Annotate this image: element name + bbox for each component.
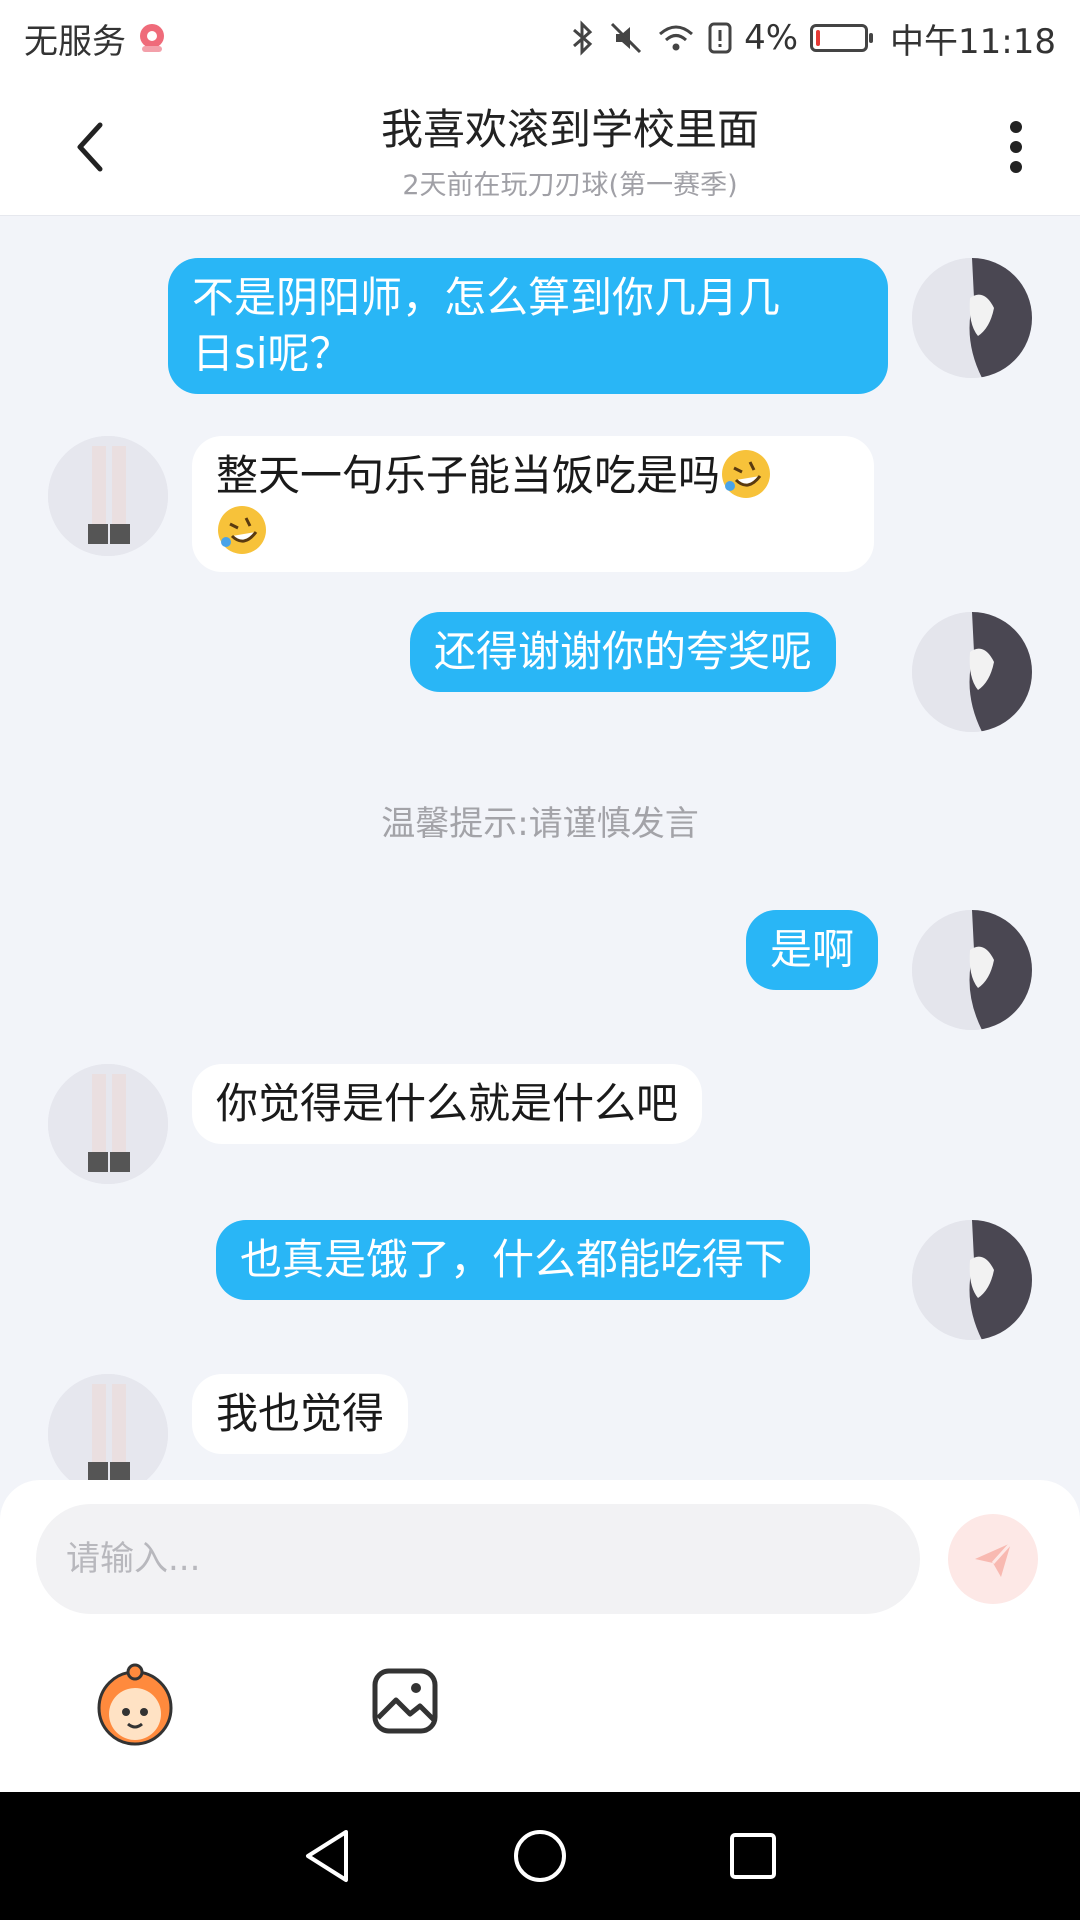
- message-text: 整天一句乐子能当饭吃是吗: [216, 451, 721, 500]
- alert-icon: [708, 22, 732, 54]
- bluetooth-icon: [573, 20, 593, 56]
- my-avatar[interactable]: [912, 910, 1032, 1030]
- image-icon: [372, 1668, 438, 1734]
- send-icon: [975, 1541, 1013, 1577]
- my-avatar[interactable]: [912, 258, 1032, 378]
- chat-header: 我喜欢滚到学校里面 2天前在玩刀刃球(第一赛季): [0, 76, 1080, 216]
- contact-avatar[interactable]: [48, 1374, 168, 1480]
- battery-percent: 4%: [744, 18, 799, 58]
- image-button[interactable]: [370, 1666, 440, 1736]
- app-notification-icon: [140, 24, 164, 52]
- wifi-icon: [659, 25, 694, 51]
- chat-subtitle: 2天前在玩刀刃球(第一赛季): [402, 170, 738, 201]
- my-avatar[interactable]: [912, 1220, 1032, 1340]
- message-text: 不是阴阳师，怎么算到你几月几: [192, 273, 781, 322]
- mute-icon: [611, 22, 642, 54]
- message-bubble-sent[interactable]: 还得谢谢你的夸奖呢: [410, 612, 837, 692]
- message-text: 也真是饿了，什么都能吃得下: [240, 1235, 787, 1284]
- message-text: 我也觉得: [216, 1389, 385, 1438]
- battery-icon: [810, 24, 874, 52]
- message-bubble-received[interactable]: 整天一句乐子能当饭吃是吗: [192, 436, 874, 572]
- send-button[interactable]: [948, 1514, 1038, 1604]
- rolling-laugh-emoji-icon: [218, 506, 266, 554]
- safety-hint: 温馨提示:请谨慎发言: [381, 804, 699, 844]
- message-bubble-sent[interactable]: 不是阴阳师，怎么算到你几月几 日si呢？: [168, 258, 888, 394]
- nav-home-button[interactable]: [510, 1826, 570, 1886]
- my-avatar[interactable]: [912, 612, 1032, 732]
- clock: 中午11:18: [890, 21, 1056, 62]
- message-text: 日si呢？: [192, 329, 352, 378]
- more-options-button[interactable]: [988, 112, 1044, 182]
- message-text: 是啊: [770, 925, 855, 974]
- system-nav-bar: [0, 1792, 1080, 1920]
- message-bubble-sent[interactable]: 也真是饿了，什么都能吃得下: [216, 1220, 811, 1300]
- message-input[interactable]: [36, 1504, 920, 1614]
- message-text: 你觉得是什么就是什么吧: [216, 1079, 679, 1128]
- chat-title: 我喜欢滚到学校里面: [380, 105, 759, 154]
- sticker-button[interactable]: [90, 1660, 180, 1750]
- chat-list[interactable]: 不是阴阳师，怎么算到你几月几 日si呢？ 整天一句乐子能当饭吃是吗 还得谢谢你的…: [0, 216, 1080, 1480]
- message-text: 还得谢谢你的夸奖呢: [434, 627, 813, 676]
- message-bubble-received[interactable]: 你觉得是什么就是什么吧: [192, 1064, 703, 1144]
- triangle-back-icon: [305, 1830, 348, 1882]
- rolling-laugh-emoji-icon: [722, 450, 771, 498]
- status-bar: 无服务 4% 中午11:18: [0, 0, 1080, 76]
- sticker-face-icon: [97, 1663, 173, 1746]
- composer: [0, 1480, 1080, 1792]
- message-bubble-sent[interactable]: 是啊: [746, 910, 879, 990]
- carrier-label: 无服务: [24, 21, 126, 62]
- nav-back-button[interactable]: [297, 1826, 357, 1886]
- contact-avatar[interactable]: [48, 436, 168, 556]
- square-recents-icon: [730, 1833, 777, 1879]
- contact-avatar[interactable]: [48, 1064, 168, 1184]
- circle-home-icon: [513, 1830, 566, 1882]
- nav-recents-button[interactable]: [723, 1826, 783, 1886]
- more-vertical-icon: [1010, 121, 1022, 173]
- message-bubble-received[interactable]: 我也觉得: [192, 1374, 409, 1454]
